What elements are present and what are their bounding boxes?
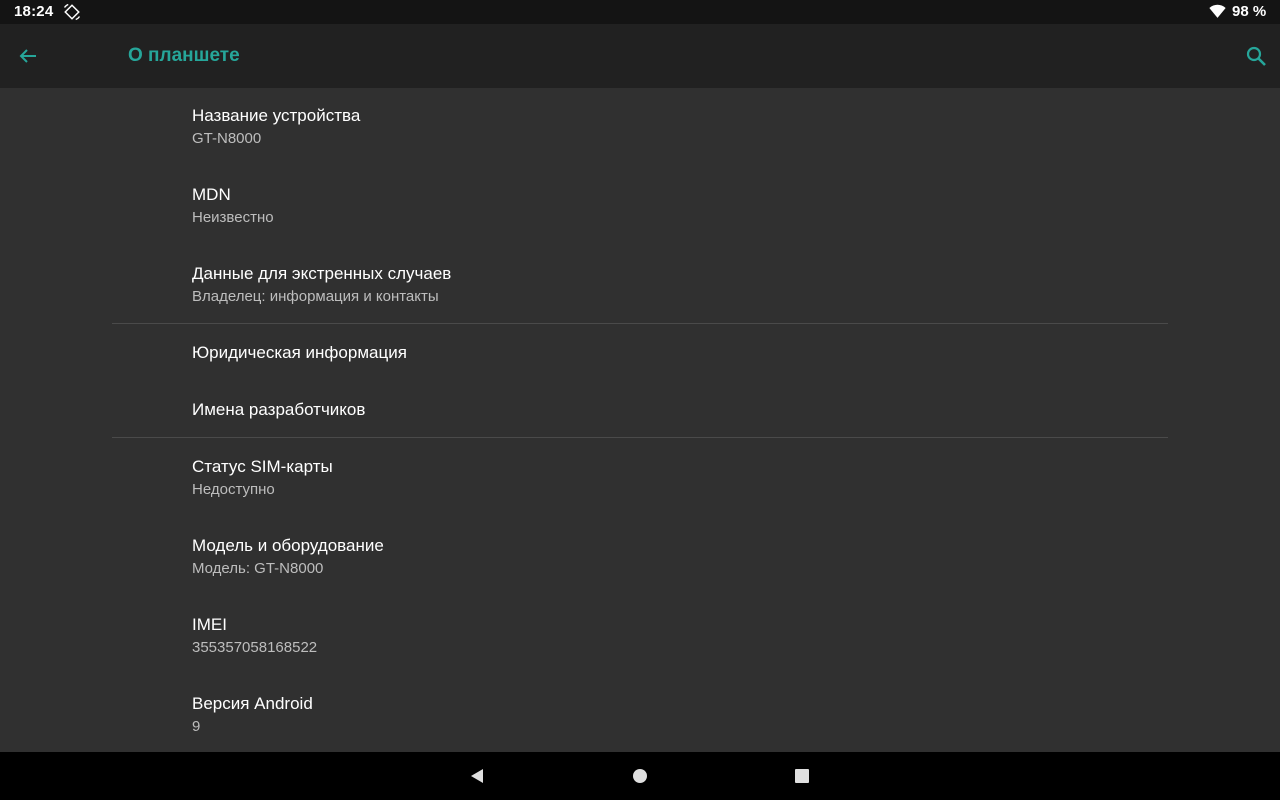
status-time: 18:24 <box>14 3 54 20</box>
pref-summary: 355357058168522 <box>192 639 318 656</box>
navigation-bar <box>0 752 1280 800</box>
pref-summary: GT-N8000 <box>192 130 262 147</box>
pref-title: Юридическая информация <box>192 343 407 362</box>
pref-summary: 9 <box>192 718 201 735</box>
pref-title: Данные для экстренных случаев <box>192 264 452 283</box>
pref-title: IMEI <box>192 615 227 634</box>
recents-square-icon[interactable] <box>790 764 814 788</box>
pref-title: Имена разработчиков <box>192 400 366 419</box>
pref-title: Название устройства <box>192 106 361 125</box>
pref-imei[interactable]: IMEI 355357058168522 <box>112 596 1168 675</box>
pref-summary: Владелец: информация и контакты <box>192 288 439 305</box>
pref-summary: Модель: GT-N8000 <box>192 560 324 577</box>
pref-summary: Неизвестно <box>192 209 274 226</box>
home-circle-icon[interactable] <box>628 764 652 788</box>
pref-sim-status[interactable]: Статус SIM-карты Недоступно <box>112 438 1168 517</box>
arrow-back-icon[interactable] <box>16 44 40 68</box>
search-icon[interactable] <box>1244 44 1268 68</box>
page-title: О планшете <box>128 45 240 66</box>
pref-title: MDN <box>192 185 231 204</box>
pref-device-name[interactable]: Название устройства GT-N8000 <box>112 88 1168 167</box>
pref-title: Модель и оборудование <box>192 536 384 555</box>
pref-contributors[interactable]: Имена разработчиков <box>112 381 1168 437</box>
back-triangle-icon[interactable] <box>465 764 489 788</box>
wifi-icon <box>1209 4 1226 18</box>
pref-title: Версия Android <box>192 694 313 713</box>
pref-title: Статус SIM-карты <box>192 457 333 476</box>
pref-model-hardware[interactable]: Модель и оборудование Модель: GT-N8000 <box>112 517 1168 596</box>
app-bar: О планшете <box>0 24 1280 88</box>
pref-summary: Недоступно <box>192 481 275 498</box>
pref-legal-info[interactable]: Юридическая информация <box>112 324 1168 381</box>
status-bar: 18:24 98 % <box>0 0 1280 24</box>
pref-mdn[interactable]: MDN Неизвестно <box>112 167 1168 246</box>
pref-android-version[interactable]: Версия Android 9 <box>112 675 1168 752</box>
screen-rotation-icon <box>63 3 81 21</box>
pref-emergency-info[interactable]: Данные для экстренных случаев Владелец: … <box>112 246 1168 323</box>
battery-level: 98 % <box>1232 3 1267 20</box>
settings-list: Название устройства GT-N8000 MDN Неизвес… <box>0 88 1280 752</box>
